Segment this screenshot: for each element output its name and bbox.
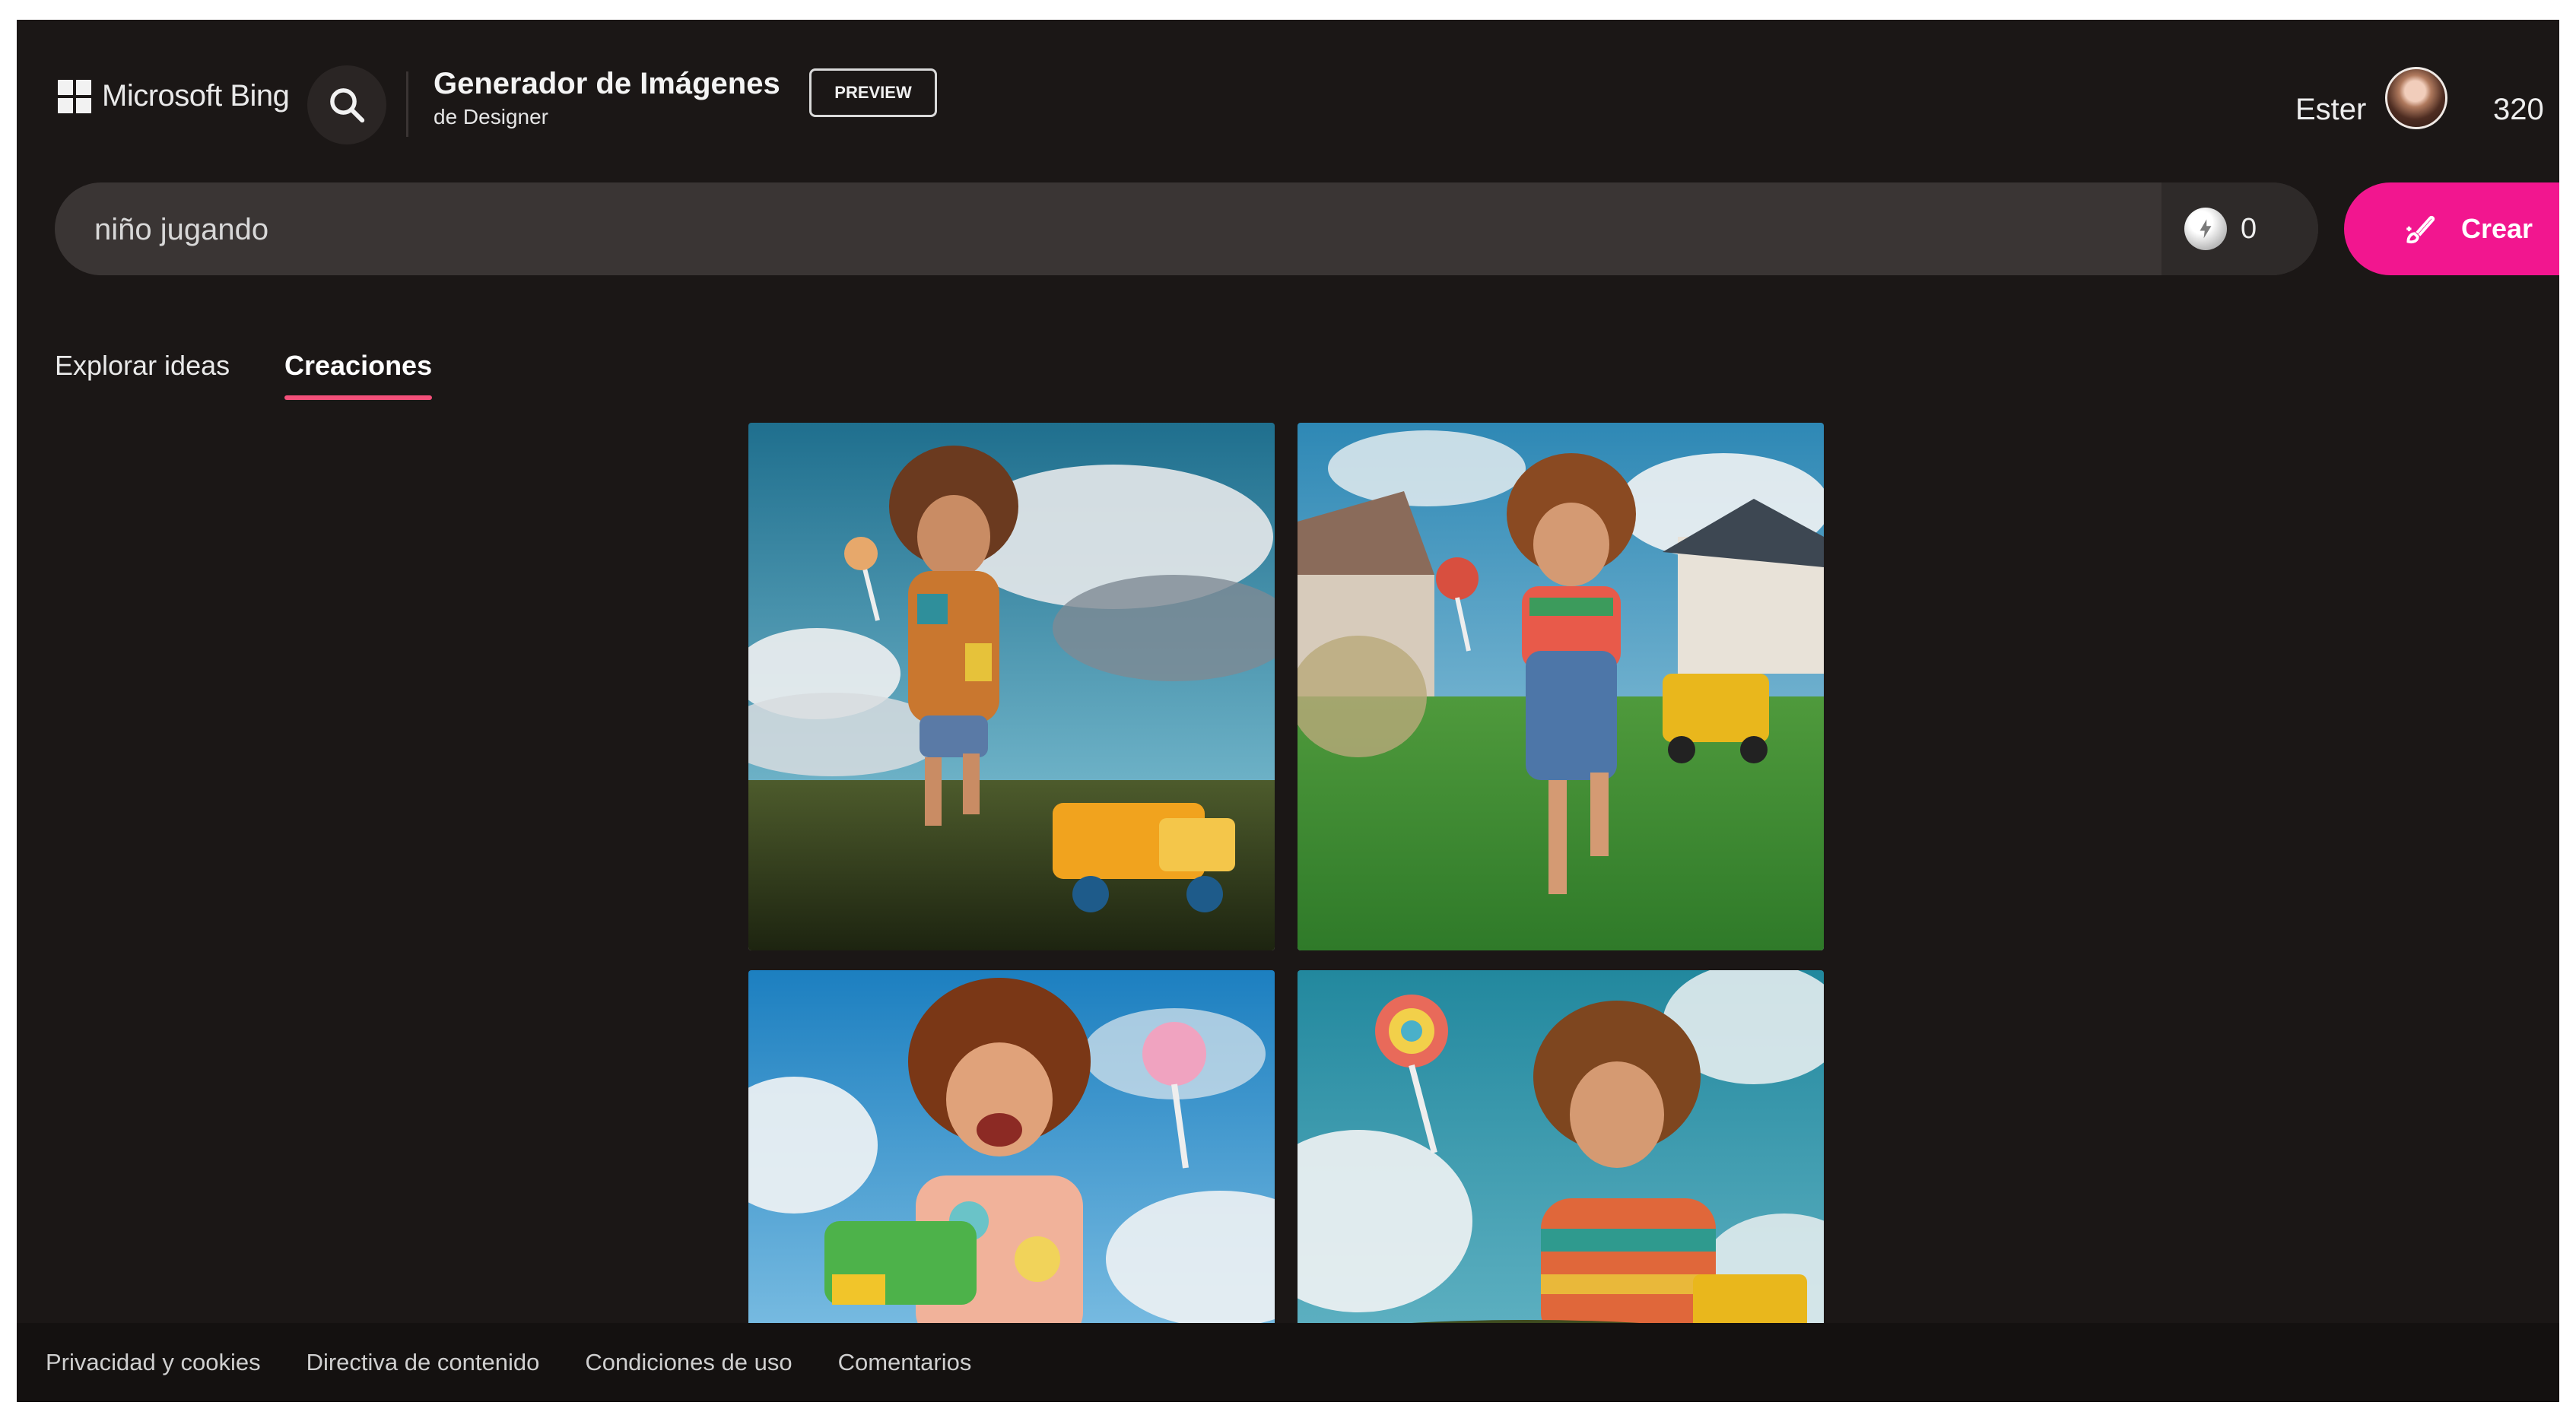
prompt-bar: 0 [55,182,2318,277]
generated-image-2[interactable] [1298,423,1824,950]
brand-name: Microsoft Bing [102,79,290,113]
preview-badge: PREVIEW [809,68,937,117]
generated-image-1[interactable] [748,423,1275,950]
footer-link-feedback[interactable]: Comentarios [838,1349,972,1376]
brush-icon [2406,215,2435,244]
app-title-text: Generador de Imágenes [434,67,780,100]
boost-counter[interactable]: 0 [2161,182,2318,275]
active-tab-indicator [284,395,432,400]
generated-image-4[interactable] [1298,970,1824,1343]
search-button[interactable] [307,65,386,144]
tab-creations[interactable]: Creaciones [284,350,432,382]
boost-count: 0 [2241,212,2257,245]
microsoft-logo-icon [58,79,91,113]
app-subtitle: de Designer [434,105,548,128]
app-title[interactable]: Generador de Imágenes de Designer [434,64,780,131]
tab-explore-ideas[interactable]: Explorar ideas [55,350,230,382]
footer-link-privacy[interactable]: Privacidad y cookies [46,1349,261,1376]
footer-link-terms[interactable]: Condiciones de uso [585,1349,792,1376]
search-icon [330,88,365,123]
create-label: Crear [2461,213,2533,244]
user-name[interactable]: Ester [2295,93,2366,127]
boost-icon [2184,208,2227,250]
avatar[interactable] [2385,67,2447,129]
rewards-points[interactable]: 320 [2493,93,2544,127]
header-divider [406,71,408,137]
prompt-input[interactable] [93,182,2149,277]
generated-image-3[interactable] [748,970,1275,1343]
brand-logo-link[interactable]: Microsoft Bing [58,79,290,113]
footer: Privacidad y cookies Directiva de conten… [17,1323,2559,1402]
app-window: Microsoft Bing Generador de Imágenes de … [17,20,2559,1402]
footer-link-content-policy[interactable]: Directiva de contenido [307,1349,540,1376]
create-button[interactable]: Crear [2344,182,2559,275]
